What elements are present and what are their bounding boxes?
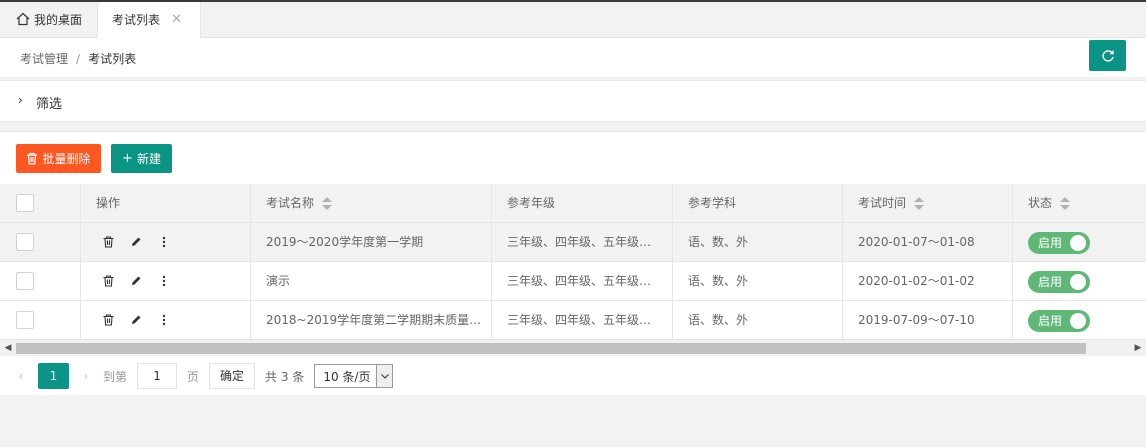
row-ops — [102, 301, 186, 339]
row-select-cell — [0, 301, 81, 339]
scroll-left-icon[interactable]: ◀ — [0, 340, 16, 356]
breadcrumb-current: 考试列表 — [88, 52, 137, 66]
row-checkbox[interactable] — [16, 233, 34, 251]
row-select-cell — [0, 262, 81, 300]
horizontal-scrollbar[interactable]: ◀ ▶ — [0, 339, 1146, 356]
edit-icon[interactable] — [130, 235, 142, 249]
page-size-select[interactable]: 10 条/页 — [314, 364, 394, 388]
header-subject: 参考学科 — [673, 184, 843, 222]
total-count: 共 3 条 — [265, 369, 305, 384]
scroll-right-icon[interactable]: ▶ — [1130, 340, 1146, 356]
home-icon — [16, 12, 30, 26]
batch-delete-button[interactable]: 批量删除 — [16, 144, 101, 173]
batch-delete-label: 批量删除 — [42, 152, 91, 166]
toggle-knob — [1070, 274, 1086, 290]
status-toggle[interactable]: 启用 — [1028, 271, 1090, 293]
delete-icon[interactable] — [102, 274, 114, 288]
row-checkbox[interactable] — [16, 311, 34, 329]
tab-bar: 我的桌面 考试列表 ✕ — [0, 0, 1146, 38]
breadcrumb-separator: / — [76, 52, 81, 66]
toggle-knob — [1070, 313, 1086, 329]
next-page-button[interactable]: › — [75, 369, 97, 383]
more-icon[interactable] — [158, 235, 170, 249]
goto-label: 到第 — [103, 369, 128, 384]
header-status[interactable]: 状态 — [1013, 184, 1146, 222]
prev-page-button[interactable]: ‹ — [10, 369, 32, 383]
subject-cell: 语、数、外 — [673, 262, 843, 300]
time-cell: 2020-01-02～01-02 — [843, 262, 1013, 300]
goto-confirm-button[interactable]: 确定 — [209, 363, 256, 389]
plus-icon: + — [122, 151, 133, 166]
time-cell: 2020-01-07～01-08 — [843, 223, 1013, 261]
refresh-icon — [1101, 49, 1114, 62]
status-toggle-label: 启用 — [1038, 236, 1063, 250]
tab-home-label: 我的桌面 — [34, 13, 83, 27]
delete-icon[interactable] — [102, 313, 114, 327]
exam-name-cell: 演示 — [251, 262, 492, 300]
select-all-checkbox[interactable] — [16, 194, 34, 212]
close-icon[interactable]: ✕ — [171, 2, 182, 38]
filter-bar[interactable]: › 筛选 — [0, 80, 1146, 122]
header-time[interactable]: 考试时间 — [843, 184, 1013, 222]
subject-cell: 语、数、外 — [673, 223, 843, 261]
row-select-cell — [0, 223, 81, 261]
pagination: ‹ 1 › 到第 页 确定 共 3 条 10 条/页 — [0, 357, 1146, 395]
header-select-cell — [0, 184, 81, 222]
new-label: 新建 — [136, 152, 161, 166]
trash-icon — [27, 152, 38, 165]
status-toggle-label: 启用 — [1038, 275, 1063, 289]
breadcrumb-bar: 考试管理 / 考试列表 — [0, 38, 1146, 77]
exam-name-cell: 2018~2019学年度第二学期期末质量… — [251, 301, 492, 339]
header-name[interactable]: 考试名称 — [251, 184, 492, 222]
status-toggle[interactable]: 启用 — [1028, 232, 1090, 254]
edit-icon[interactable] — [130, 274, 142, 288]
header-time-label: 考试时间 — [858, 196, 907, 210]
chevron-down-icon — [376, 365, 393, 387]
status-toggle[interactable]: 启用 — [1028, 310, 1090, 332]
grade-cell: 三年级、四年级、五年级… — [492, 301, 673, 339]
goto-page-input[interactable] — [137, 363, 178, 389]
tab-exam-list[interactable]: 考试列表 ✕ — [98, 2, 201, 38]
refresh-button[interactable] — [1089, 40, 1126, 71]
new-button[interactable]: + 新建 — [111, 144, 172, 173]
sort-icon[interactable] — [322, 196, 333, 211]
page-1-button[interactable]: 1 — [38, 363, 69, 389]
row-checkbox[interactable] — [16, 272, 34, 290]
header-status-label: 状态 — [1028, 196, 1053, 210]
page-size-value: 10 条/页 — [323, 369, 371, 384]
table-header: 操作 考试名称 参考年级 参考学科 考试时间 状态 — [0, 184, 1146, 223]
sort-icon[interactable] — [1060, 196, 1071, 211]
filter-label: 筛选 — [36, 97, 63, 112]
tab-exam-list-label: 考试列表 — [112, 13, 161, 27]
status-toggle-label: 启用 — [1038, 314, 1063, 328]
tab-home[interactable]: 我的桌面 — [0, 2, 98, 38]
more-icon[interactable] — [158, 313, 170, 327]
scrollbar-thumb[interactable] — [16, 343, 1086, 354]
sort-icon[interactable] — [914, 196, 925, 211]
table-row: 2018~2019学年度第二学期期末质量… 三年级、四年级、五年级… 语、数、外… — [0, 301, 1146, 340]
more-icon[interactable] — [158, 274, 170, 288]
page-unit-label: 页 — [187, 369, 200, 384]
delete-icon[interactable] — [102, 235, 114, 249]
header-ops: 操作 — [81, 184, 251, 222]
exam-name-cell: 2019～2020学年度第一学期 — [251, 223, 492, 261]
time-cell: 2019-07-09～07-10 — [843, 301, 1013, 339]
header-grade: 参考年级 — [492, 184, 673, 222]
row-ops — [102, 262, 186, 300]
table-row: 2019～2020学年度第一学期 三年级、四年级、五年级… 语、数、外 2020… — [0, 223, 1146, 262]
status-cell: 启用 — [1013, 262, 1146, 300]
toggle-knob — [1070, 235, 1086, 251]
breadcrumb-parent[interactable]: 考试管理 — [20, 52, 68, 66]
grade-cell: 三年级、四年级、五年级… — [492, 262, 673, 300]
grade-cell: 三年级、四年级、五年级… — [492, 223, 673, 261]
breadcrumb: 考试管理 / 考试列表 — [20, 50, 136, 67]
row-ops — [102, 223, 186, 261]
header-name-label: 考试名称 — [266, 196, 315, 210]
status-cell: 启用 — [1013, 301, 1146, 339]
status-cell: 启用 — [1013, 223, 1146, 261]
chevron-right-icon: › — [18, 93, 23, 107]
subject-cell: 语、数、外 — [673, 301, 843, 339]
table-row: 演示 三年级、四年级、五年级… 语、数、外 2020-01-02～01-02 启… — [0, 262, 1146, 301]
edit-icon[interactable] — [130, 313, 142, 327]
